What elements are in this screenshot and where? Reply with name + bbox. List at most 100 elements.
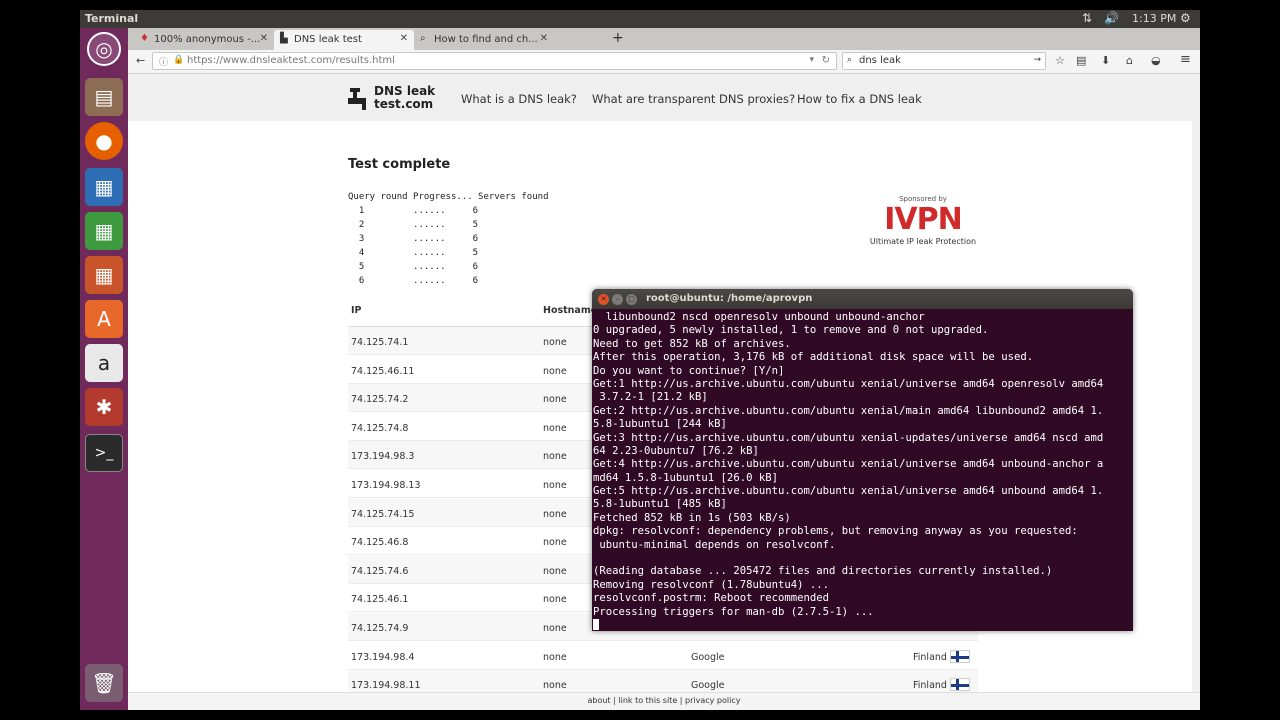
terminal-line: Get:5 http://us.archive.ubuntu.com/ubunt…	[593, 485, 1104, 498]
close-icon[interactable]: ✕	[598, 294, 609, 305]
cell-hostname: none	[543, 365, 567, 377]
close-icon[interactable]: ✕	[540, 33, 548, 44]
tab-anonymous[interactable]: ♦ 100% anonymous -... ✕	[134, 30, 274, 50]
cell-isp: Google	[691, 680, 725, 692]
cell-country: Finland	[913, 680, 947, 692]
menu-icon[interactable]: ≡	[1180, 52, 1191, 67]
tab-dns-leak-test[interactable]: ▙ DNS leak test ✕	[274, 30, 414, 50]
terminal-line: resolvconf.postrm: Reboot recommended	[593, 592, 829, 605]
sponsor-block[interactable]: Sponsored by IVPN Ultimate IP leak Prote…	[868, 195, 978, 246]
software-center-icon[interactable]: A	[85, 300, 123, 338]
amazon-icon[interactable]: a	[85, 344, 123, 382]
scrollbar[interactable]	[1192, 75, 1200, 692]
writer-icon[interactable]: ▦	[85, 168, 123, 206]
cell-hostname: none	[543, 422, 567, 434]
close-icon[interactable]: ✕	[260, 33, 268, 44]
dnsleaktest-logo[interactable]: DNS leak test.com	[346, 84, 436, 112]
logo-line1: DNS leak	[374, 84, 436, 98]
volume-icon[interactable]: 🔊	[1104, 11, 1119, 25]
terminal-line: dpkg: resolvconf: dependency problems, b…	[593, 525, 1078, 538]
tab-label: How to find and ch...	[434, 34, 538, 45]
terminal-line: Get:1 http://us.archive.ubuntu.com/ubunt…	[593, 377, 1104, 390]
cell-ip: 74.125.74.15	[351, 508, 415, 520]
cell-ip: 74.125.74.1	[351, 337, 409, 348]
cell-ip: 74.125.74.2	[351, 394, 409, 406]
cell-ip: 74.125.74.9	[351, 623, 409, 634]
terminal-titlebar[interactable]: ✕ – □ root@ubuntu: /home/aprovpn	[592, 289, 1133, 309]
ubuntu-dash-icon[interactable]: ◎	[87, 32, 121, 66]
settings-icon[interactable]: ✱	[85, 388, 123, 426]
footer-links[interactable]: about | link to this site | privacy poli…	[588, 696, 741, 705]
terminal-output[interactable]: libunbound2 nscd openresolv unbound unbo…	[593, 311, 1131, 631]
terminal-line: 0 upgraded, 5 newly installed, 1 to remo…	[593, 324, 989, 337]
tab-label: 100% anonymous -...	[154, 34, 261, 45]
files-icon[interactable]: ▤	[85, 78, 123, 116]
trash-icon[interactable]: 🗑	[85, 664, 123, 702]
desktop: Terminal ⇅ 🔊 1:13 PM ⚙ ◎ ▤ ● ▦ ▦ ▦ A a ✱…	[80, 10, 1200, 710]
cell-isp: Google	[691, 651, 725, 663]
minimize-icon[interactable]: –	[612, 294, 623, 305]
cell-hostname: none	[543, 537, 567, 549]
search-icon: ⌕	[420, 33, 426, 44]
cell-ip: 173.194.98.4	[351, 651, 415, 663]
dropdown-icon[interactable]: ▾	[809, 55, 814, 65]
home-icon[interactable]: ⌂	[1126, 54, 1133, 67]
gear-icon[interactable]: ⚙	[1180, 11, 1191, 25]
reading-list-icon[interactable]: ▤	[1076, 54, 1086, 67]
terminal-line: (Reading database ... 205472 files and d…	[593, 565, 1053, 578]
network-sort-icon[interactable]: ⇅	[1082, 11, 1092, 25]
cell-country: Finland	[913, 651, 947, 663]
tab-bar: ♦ 100% anonymous -... ✕ ▙ DNS leak test …	[128, 28, 1200, 50]
back-button[interactable]: ←	[136, 54, 145, 67]
pocket-icon[interactable]: ◒	[1151, 54, 1161, 67]
firefox-icon[interactable]: ●	[85, 122, 123, 160]
page-footer: about | link to this site | privacy poli…	[128, 692, 1200, 710]
terminal-title: root@ubuntu: /home/aprovpn	[646, 293, 813, 304]
terminal-prompt-line	[593, 618, 1131, 631]
star-icon[interactable]: ☆	[1055, 54, 1065, 67]
terminal-line: Need to get 852 kB of archives.	[593, 337, 791, 350]
query-row: 3 ...... 6	[348, 234, 479, 244]
search-icon: ⌕	[847, 55, 853, 65]
info-icon[interactable]: ⓘ	[159, 55, 168, 68]
column-header-ip: IP	[351, 305, 362, 316]
terminal-line: Fetched 852 kB in 1s (503 kB/s)	[593, 511, 791, 524]
cursor	[593, 618, 599, 630]
cell-hostname: none	[543, 594, 567, 606]
query-progress: Query round Progress... Servers found 1 …	[348, 192, 548, 290]
terminal-line: libunbound2 nscd openresolv unbound unbo…	[593, 311, 925, 323]
url-text: https://www.dnsleaktest.com/results.html	[187, 55, 395, 66]
reload-icon[interactable]: ↻	[822, 55, 830, 66]
nav-how-to-fix[interactable]: How to fix a DNS leak	[797, 92, 922, 106]
terminal-icon[interactable]: >_	[85, 434, 123, 472]
maximize-icon[interactable]: □	[626, 294, 637, 305]
query-row: 5 ...... 6	[348, 262, 479, 272]
terminal-line: 3.7.2-1 [21.2 kB]	[593, 391, 708, 404]
cell-ip: 173.194.98.13	[351, 480, 421, 491]
cell-hostname: none	[543, 565, 567, 577]
new-tab-button[interactable]: +	[612, 30, 624, 46]
faucet-icon	[348, 88, 366, 110]
cell-ip: 74.125.46.8	[351, 537, 409, 549]
nav-what-is-dns-leak[interactable]: What is a DNS leak?	[461, 92, 577, 106]
terminal-line: Get:2 http://us.archive.ubuntu.com/ubunt…	[593, 404, 1104, 417]
query-header: Query round Progress... Servers found	[348, 192, 549, 202]
search-input[interactable]: ⌕ dns leak →	[842, 52, 1046, 70]
close-icon[interactable]: ✕	[400, 33, 408, 44]
terminal-line: ubuntu-minimal depends on resolvconf.	[593, 538, 836, 551]
tab-how-to-find[interactable]: ⌕ How to find and ch... ✕	[414, 30, 554, 50]
cell-hostname: none	[543, 337, 567, 348]
go-arrow-icon[interactable]: →	[1033, 55, 1041, 65]
terminal-line: Removing resolvconf (1.78ubuntu4) ...	[593, 578, 829, 591]
clock[interactable]: 1:13 PM	[1132, 12, 1176, 25]
download-icon[interactable]: ⬇	[1101, 54, 1110, 67]
ivpn-logo: IVPN	[884, 202, 962, 237]
nav-transparent-dns-proxies[interactable]: What are transparent DNS proxies?	[592, 92, 795, 106]
lock-icon: 🔒	[173, 55, 185, 65]
calc-icon[interactable]: ▦	[85, 212, 123, 250]
cell-hostname: none	[543, 508, 567, 520]
impress-icon[interactable]: ▦	[85, 256, 123, 294]
cell-hostname: none	[543, 680, 567, 692]
terminal-window[interactable]: ✕ – □ root@ubuntu: /home/aprovpn libunbo…	[592, 289, 1133, 631]
url-bar[interactable]: ⓘ 🔒 https://www.dnsleaktest.com/results.…	[152, 52, 837, 70]
